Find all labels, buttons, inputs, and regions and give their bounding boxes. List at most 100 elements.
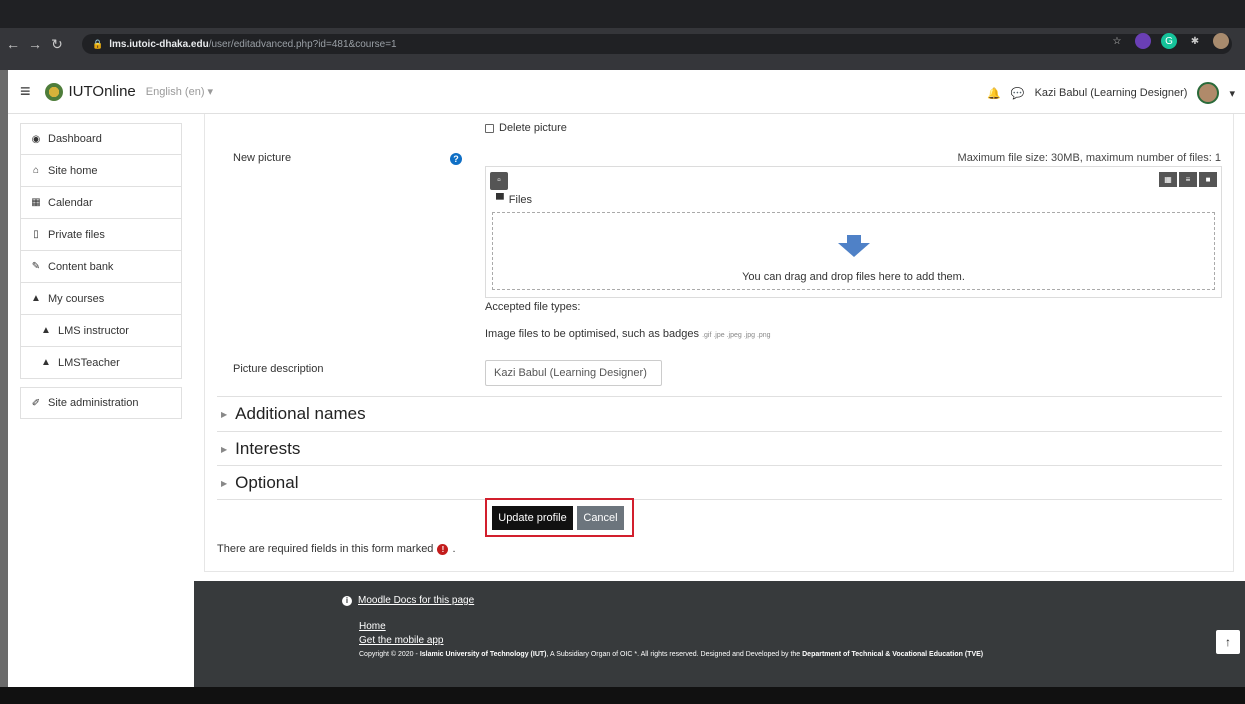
moodle-docs-link[interactable]: Moodle Docs for this page [358, 595, 474, 606]
sidebar-item-label: Content bank [48, 260, 114, 273]
copyright-org: Islamic University of Technology (IUT) [419, 651, 547, 658]
wrench-icon: ✐ [31, 397, 41, 409]
docs-link-row: i Moodle Docs for this page [342, 595, 474, 606]
accepted-types-label: Accepted file types: [485, 301, 581, 313]
sidebar-item-label: LMSTeacher [58, 356, 120, 369]
browser-toolbar: ← → ↻ 🔒 lms.iutoic-dhaka.edu/user/editad… [0, 28, 1245, 60]
file-icon: ▯ [33, 229, 39, 240]
picture-description-label: Picture description [233, 363, 324, 375]
graduation-cap-icon: ▲ [41, 357, 51, 368]
new-picture-label: New picture [233, 152, 292, 164]
drop-zone[interactable]: You can drag and drop files here to add … [492, 212, 1215, 290]
sidebar-item-dashboard[interactable]: ◉ Dashboard [20, 123, 182, 155]
logo-icon [44, 82, 63, 101]
update-profile-button[interactable]: Update profile [492, 506, 573, 530]
url-path: /user/editadvanced.php?id=481&course=1 [208, 38, 397, 50]
download-arrow-icon [838, 235, 870, 257]
graduation-cap-icon: ▲ [41, 325, 51, 336]
required-note-text: There are required fields in this form m… [217, 543, 434, 555]
section-interests[interactable]: ▶ Interests [217, 431, 1222, 466]
cancel-button[interactable]: Cancel [577, 506, 624, 530]
star-icon[interactable]: ☆ [1109, 33, 1125, 49]
moodle-navbar: ≡ IUTOnline English (en) ▾ 🔔 💬 Kazi Babu… [8, 70, 1245, 114]
section-title: Interests [235, 439, 301, 458]
drop-zone-text: You can drag and drop files here to add … [742, 271, 965, 283]
info-icon: i [342, 595, 352, 606]
home-icon: ⌂ [32, 165, 40, 176]
required-icon: ! [437, 543, 449, 555]
sidebar-item-label: Dashboard [48, 133, 102, 145]
sidebar-item-lms-instructor[interactable]: ▲ LMS instructor [20, 315, 182, 347]
required-note-suffix: . [452, 543, 456, 555]
address-bar[interactable]: 🔒 lms.iutoic-dhaka.edu/user/editadvanced… [82, 34, 1232, 54]
sidebar-item-site-home[interactable]: ⌂ Site home [20, 155, 182, 187]
copyright-part: , A Subsidiary Organ of OIC *. All right… [546, 651, 803, 658]
arrow-up-icon[interactable]: ↑ [1216, 630, 1240, 654]
reload-icon[interactable]: ↻ [48, 36, 66, 53]
graduation-cap-icon: ▲ [31, 293, 41, 304]
sidebar: ◉ Dashboard ⌂ Site home ▦ Calendar ▯ Private… [20, 123, 182, 419]
sidebar-item-lmsteacher[interactable]: ▲ LMSTeacher [20, 347, 182, 379]
grammarly-icon[interactable]: G [1161, 33, 1177, 49]
sidebar-item-label: Calendar [48, 196, 93, 209]
message-icon[interactable]: 💬 [1011, 87, 1025, 100]
required-fields-note: There are required fields in this form m… [217, 543, 456, 555]
section-title: Additional names [235, 404, 366, 423]
accepted-types-text: Image files to be optimised, such as bad… [485, 328, 700, 340]
section-additional-names[interactable]: ▶ Additional names [217, 396, 1222, 431]
copyright-dept: Department of Technical & Vocational Edu… [802, 651, 984, 658]
folder-view-icon[interactable]: ■ [1199, 172, 1217, 187]
sidebar-item-label: Site home [48, 164, 98, 177]
profile-form: Delete picture New picture ? Maximum fil… [204, 114, 1234, 572]
help-icon[interactable]: ? [450, 153, 462, 165]
sidebar-item-private-files[interactable]: ▯ Private files [20, 219, 182, 251]
delete-picture-checkbox-row[interactable]: Delete picture [485, 122, 567, 134]
section-optional[interactable]: ▶ Optional [217, 465, 1222, 500]
sidebar-item-my-courses[interactable]: ▲ My courses [20, 283, 182, 315]
files-folder[interactable]: ▀ Files [496, 194, 532, 206]
language-selector[interactable]: English (en) ▾ [146, 85, 213, 98]
puzzle-icon[interactable]: ✱ [1187, 33, 1203, 49]
chevron-down-icon[interactable]: ▾ [1229, 87, 1235, 100]
copyright-part: Copyright © 2020 - [359, 651, 420, 658]
lock-icon: 🔒 [92, 38, 104, 49]
caret-right-icon: ▶ [221, 444, 228, 454]
sidebar-item-content-bank[interactable]: ✎ Content bank [20, 251, 182, 283]
caret-right-icon: ▶ [221, 478, 228, 488]
copyright-text: Copyright © 2020 - Islamic University of… [359, 650, 1119, 659]
sidebar-item-label: Site administration [48, 397, 139, 409]
dashboard-icon: ◉ [31, 133, 41, 145]
extension-icon[interactable] [1135, 33, 1151, 49]
url-host: lms.iutoic-dhaka.edu [109, 38, 209, 50]
menu-icon[interactable]: ≡ [20, 81, 31, 102]
profile-icon[interactable] [1213, 33, 1229, 49]
grid-view-icon[interactable]: ▦ [1159, 172, 1177, 187]
brand-name: IUTOnline [68, 83, 136, 100]
add-file-icon[interactable]: ▫ [490, 172, 508, 190]
back-icon[interactable]: ← [4, 36, 22, 52]
button-highlight-box: Update profile Cancel [485, 498, 634, 537]
sidebar-item-label: Private files [48, 228, 105, 241]
sidebar-item-calendar[interactable]: ▦ Calendar [20, 187, 182, 219]
accepted-types-desc: Image files to be optimised, such as bad… [485, 328, 771, 340]
brush-icon: ✎ [31, 261, 41, 272]
bell-icon[interactable]: 🔔 [987, 87, 1001, 100]
sidebar-nav: ◉ Dashboard ⌂ Site home ▦ Calendar ▯ Private… [20, 123, 182, 379]
user-menu-name[interactable]: Kazi Babul (Learning Designer) [1035, 87, 1188, 99]
sidebar-item-label: LMS instructor [58, 324, 129, 337]
picture-description-input[interactable]: Kazi Babul (Learning Designer) [485, 360, 662, 386]
home-link[interactable]: Home [359, 621, 386, 632]
browser-tab-strip [0, 0, 1245, 28]
folder-icon: ▀ [496, 194, 504, 206]
delete-picture-checkbox[interactable] [485, 123, 494, 133]
list-view-icon[interactable]: ≡ [1179, 172, 1197, 187]
avatar[interactable] [1197, 82, 1220, 104]
section-title: Optional [235, 473, 299, 492]
sidebar-item-label: My courses [48, 292, 105, 305]
forward-icon[interactable]: → [26, 36, 44, 52]
delete-picture-label: Delete picture [499, 122, 567, 134]
sidebar-item-site-administration[interactable]: ✐ Site administration [20, 387, 182, 419]
mobile-app-link[interactable]: Get the mobile app [359, 635, 444, 646]
sidebar-admin-group: ✐ Site administration [20, 387, 182, 419]
brand[interactable]: IUTOnline [44, 82, 136, 101]
